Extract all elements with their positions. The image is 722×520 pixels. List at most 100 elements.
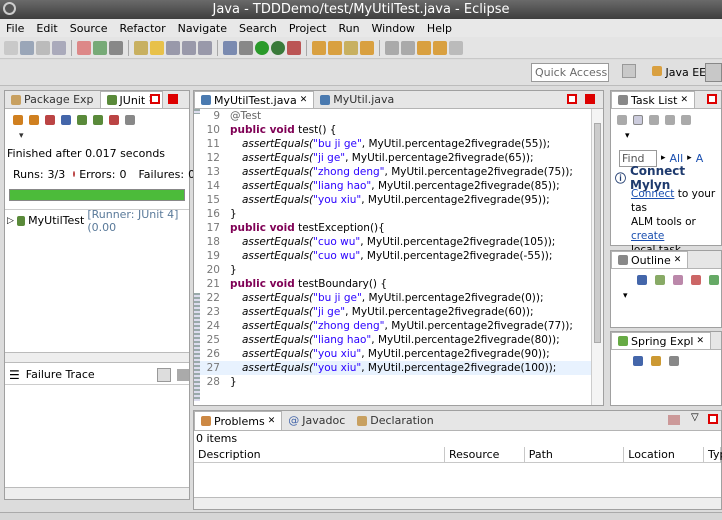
menu-window[interactable]: Window xyxy=(366,22,421,35)
history-icon[interactable] xyxy=(125,115,135,125)
code-line[interactable]: 17 public void testException(){ xyxy=(198,221,603,235)
menu-source[interactable]: Source xyxy=(64,22,114,35)
scroll-thumb[interactable] xyxy=(594,123,601,343)
column-header-description[interactable]: Description xyxy=(194,447,445,462)
perspective-java-ee[interactable]: Java EE xyxy=(652,63,706,82)
tab-problems[interactable]: Problems ✕ xyxy=(194,411,283,430)
tab-outline[interactable]: Outline ✕ xyxy=(611,251,689,268)
external-tools-icon[interactable] xyxy=(287,40,301,55)
tab-task-list[interactable]: Task List ✕ xyxy=(611,91,696,109)
toggle-icon[interactable] xyxy=(198,40,212,55)
code-line[interactable]: 16} xyxy=(198,207,603,221)
prev-failure-icon[interactable] xyxy=(29,115,39,125)
filter-trace-icon[interactable] xyxy=(157,367,171,382)
show-whitespace-icon[interactable] xyxy=(166,40,180,55)
horizontal-scrollbar[interactable] xyxy=(5,487,189,499)
tab-javadoc[interactable]: @ Javadoc xyxy=(282,412,351,429)
print-icon[interactable] xyxy=(52,40,66,55)
all-link[interactable]: All xyxy=(670,152,684,165)
search-icon[interactable] xyxy=(344,40,358,55)
view-menu-icon[interactable]: ▽ xyxy=(691,412,699,423)
hide-fields-icon[interactable] xyxy=(673,275,683,285)
code-line[interactable]: 9 @Test xyxy=(198,109,603,123)
tab-package-explorer[interactable]: Package Exp xyxy=(5,91,100,108)
hide-nonpublic-icon[interactable] xyxy=(709,275,719,285)
sort-icon[interactable] xyxy=(655,275,665,285)
save-icon[interactable] xyxy=(20,40,34,55)
minimize-icon[interactable] xyxy=(150,94,160,104)
run-icon[interactable] xyxy=(255,40,269,55)
debug-icon[interactable] xyxy=(239,40,253,55)
code-line[interactable]: 10 public void test() { xyxy=(198,123,603,137)
code-line[interactable]: 22 assertEquals("bu ji ge", MyUtil.percen… xyxy=(198,291,603,305)
servers-icon[interactable] xyxy=(109,40,123,55)
connect-link[interactable]: Connect xyxy=(631,188,674,200)
vertical-scrollbar[interactable] xyxy=(591,109,603,405)
code-line[interactable]: 18 assertEquals("cuo wu", MyUtil.percenta… xyxy=(198,235,603,249)
scheduled-icon[interactable] xyxy=(649,115,659,125)
code-line[interactable]: 15 assertEquals("you xiu", MyUtil.percent… xyxy=(198,193,603,207)
minimize-icon[interactable] xyxy=(708,414,718,424)
code-line[interactable]: 23 assertEquals("ji ge", MyUtil.percentag… xyxy=(198,305,603,319)
column-header-location[interactable]: Location xyxy=(624,447,704,462)
open-perspective-icon[interactable] xyxy=(622,64,636,78)
new-icon[interactable] xyxy=(4,40,18,55)
new-server-icon[interactable] xyxy=(93,40,107,55)
maximize-icon[interactable] xyxy=(585,94,595,104)
menu-run[interactable]: Run xyxy=(332,22,365,35)
show-failures-icon[interactable] xyxy=(45,115,55,125)
open-type-icon[interactable] xyxy=(312,40,326,55)
column-header-typ[interactable]: Typ xyxy=(704,447,722,462)
prev-annotation-icon[interactable] xyxy=(401,40,415,55)
code-line[interactable]: 13 assertEquals("zhong deng", MyUtil.perc… xyxy=(198,165,603,179)
code-editor[interactable]: 9 @Test 10 public void test() {11 assertEqua… xyxy=(194,109,603,401)
save-all-icon[interactable] xyxy=(36,40,50,55)
code-line[interactable]: 19 assertEquals("cuo wu", MyUtil.percenta… xyxy=(198,249,603,263)
create-link[interactable]: create xyxy=(631,230,664,242)
new-task-icon[interactable] xyxy=(617,115,627,125)
horizontal-scrollbar[interactable] xyxy=(194,497,721,509)
maximize-icon[interactable] xyxy=(168,94,178,104)
activate-link[interactable]: A xyxy=(696,152,704,165)
code-line[interactable]: 12 assertEquals("ji ge", MyUtil.percentag… xyxy=(198,151,603,165)
code-line[interactable]: 28} xyxy=(198,375,603,389)
coverage-icon[interactable] xyxy=(271,40,285,55)
tab-myutiltest[interactable]: MyUtilTest.java ✕ xyxy=(194,91,315,109)
build-icon[interactable] xyxy=(77,40,91,55)
close-icon[interactable]: ✕ xyxy=(680,92,688,109)
collapse-icon[interactable] xyxy=(665,115,675,125)
collapse-all-icon[interactable] xyxy=(637,275,647,285)
menu-search[interactable]: Search xyxy=(233,22,283,35)
code-line[interactable]: 24 assertEquals("zhong deng", MyUtil.perc… xyxy=(198,319,603,333)
task-view-menu-icon[interactable]: ▾ xyxy=(611,131,721,147)
quick-access-input[interactable]: Quick Access xyxy=(531,63,609,82)
next-failure-icon[interactable] xyxy=(13,115,23,125)
link-editor-icon[interactable] xyxy=(651,356,661,366)
code-line[interactable]: 14 assertEquals("liang hao", MyUtil.perce… xyxy=(198,179,603,193)
skip-breakpoints-icon[interactable] xyxy=(223,40,237,55)
column-header-resource[interactable]: Resource xyxy=(445,447,525,462)
collapse-all-icon[interactable] xyxy=(633,356,643,366)
forward-icon[interactable] xyxy=(433,40,447,55)
close-icon[interactable]: ✕ xyxy=(697,333,705,350)
menu-navigate[interactable]: Navigate xyxy=(172,22,233,35)
next-annotation-icon[interactable] xyxy=(385,40,399,55)
menu-help[interactable]: Help xyxy=(421,22,458,35)
menu-project[interactable]: Project xyxy=(283,22,333,35)
java-perspective-icon[interactable] xyxy=(705,63,722,82)
filter-icon[interactable] xyxy=(668,415,680,425)
compare-icon[interactable] xyxy=(177,368,189,381)
block-select-icon[interactable] xyxy=(182,40,196,55)
back-icon[interactable] xyxy=(417,40,431,55)
column-header-path[interactable]: Path xyxy=(525,447,625,462)
close-icon[interactable]: ✕ xyxy=(300,92,308,109)
outline-view-menu-icon[interactable]: ▾ xyxy=(611,291,721,305)
pin-icon[interactable] xyxy=(134,40,148,55)
rerun-icon[interactable] xyxy=(77,115,87,125)
open-folder-icon[interactable] xyxy=(360,40,374,55)
categorized-icon[interactable] xyxy=(633,115,643,125)
menu-refactor[interactable]: Refactor xyxy=(114,22,172,35)
code-line[interactable]: 21 public void testBoundary() { xyxy=(198,277,603,291)
open-task-icon[interactable] xyxy=(328,40,342,55)
last-edit-icon[interactable] xyxy=(449,40,463,55)
